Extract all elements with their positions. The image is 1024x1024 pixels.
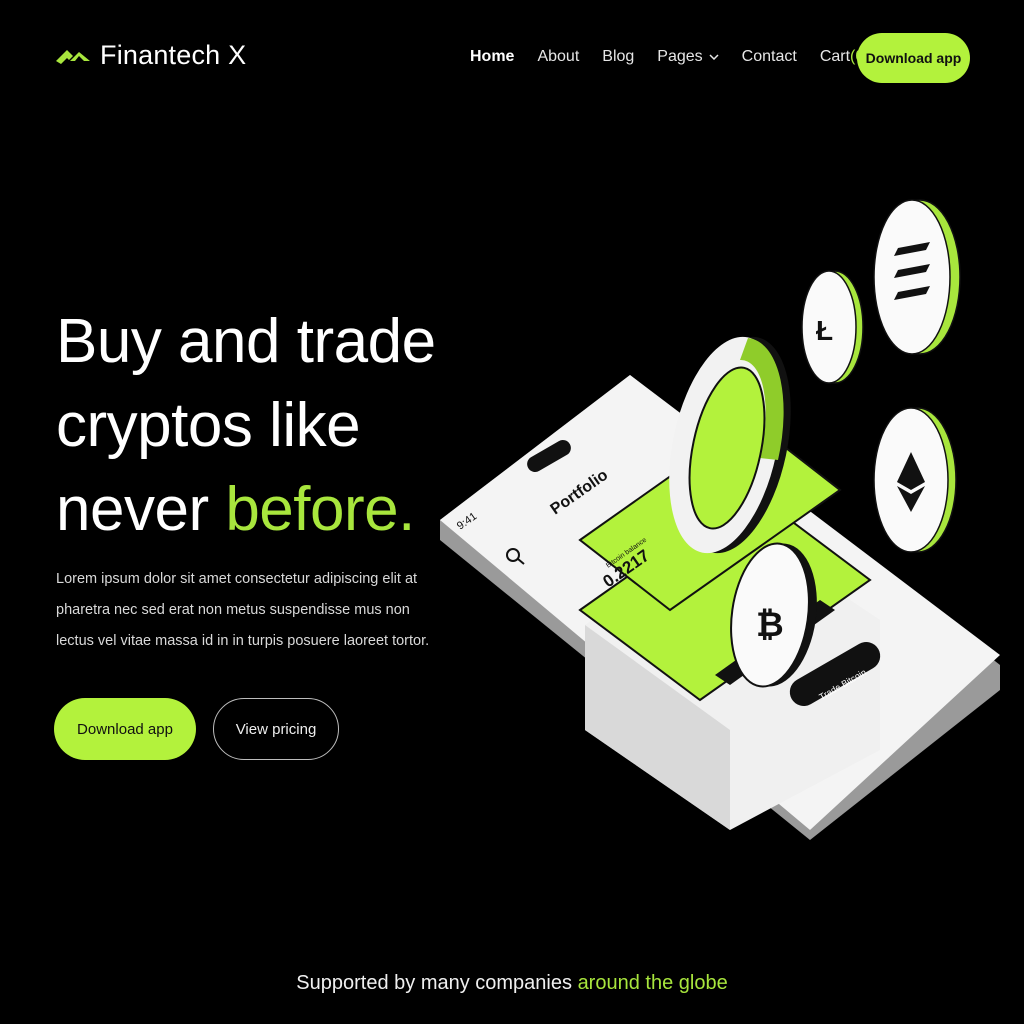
main-nav: Home About Blog Pages Contact Cart(0) [470, 48, 893, 66]
logo-mark-icon [56, 49, 90, 64]
nav-home[interactable]: Home [470, 48, 514, 66]
ethereum-icon [873, 407, 957, 553]
hero-description-line-1: Lorem ipsum dolor sit amet consectetur a… [56, 571, 418, 587]
hero-description-line-2: pharetra nec sed erat non metus suspendi… [56, 602, 410, 618]
hero-title-accent: before. [225, 475, 415, 544]
nav-blog[interactable]: Blog [602, 48, 634, 66]
brand-logo[interactable]: Finantech X [56, 40, 246, 71]
supported-accent: around the globe [577, 972, 728, 994]
hero-illustration: 9:41 Portfolio Bitcoin balance 0.2217 ₿ … [440, 199, 1000, 840]
nav-pages-label: Pages [657, 48, 703, 65]
hero-title-line-3-start: never [56, 475, 226, 544]
supported-by-strip: Supported by many companies around the g… [0, 972, 1024, 995]
nav-pages[interactable]: Pages [657, 48, 719, 66]
nav-cart-label: Cart [819, 48, 851, 65]
view-pricing-button[interactable]: View pricing [213, 698, 339, 760]
hero-title-line-1: Buy and trade [56, 307, 436, 376]
brand-name: Finantech X [100, 40, 247, 70]
hero-title: Buy and trade cryptos like never before. [56, 300, 436, 552]
svg-text:₿: ₿ [756, 606, 784, 644]
supported-text: Supported by many companies [296, 972, 578, 994]
hero-title-line-3: never before. [56, 468, 436, 552]
header-download-button[interactable]: Download app [857, 33, 970, 83]
hero-description: Lorem ipsum dolor sit amet consectetur a… [56, 564, 430, 657]
download-app-button[interactable]: Download app [54, 698, 196, 760]
litecoin-icon: Ł [801, 270, 864, 384]
chevron-down-icon [709, 54, 719, 60]
solana-icon [873, 199, 961, 355]
hero-description-line-3: lectus vel vitae massa id in in turpis p… [56, 633, 430, 649]
nav-contact[interactable]: Contact [742, 48, 797, 66]
hero-title-line-2: cryptos like [56, 391, 361, 460]
nav-about[interactable]: About [537, 48, 579, 66]
svg-text:Ł: Ł [816, 315, 833, 346]
